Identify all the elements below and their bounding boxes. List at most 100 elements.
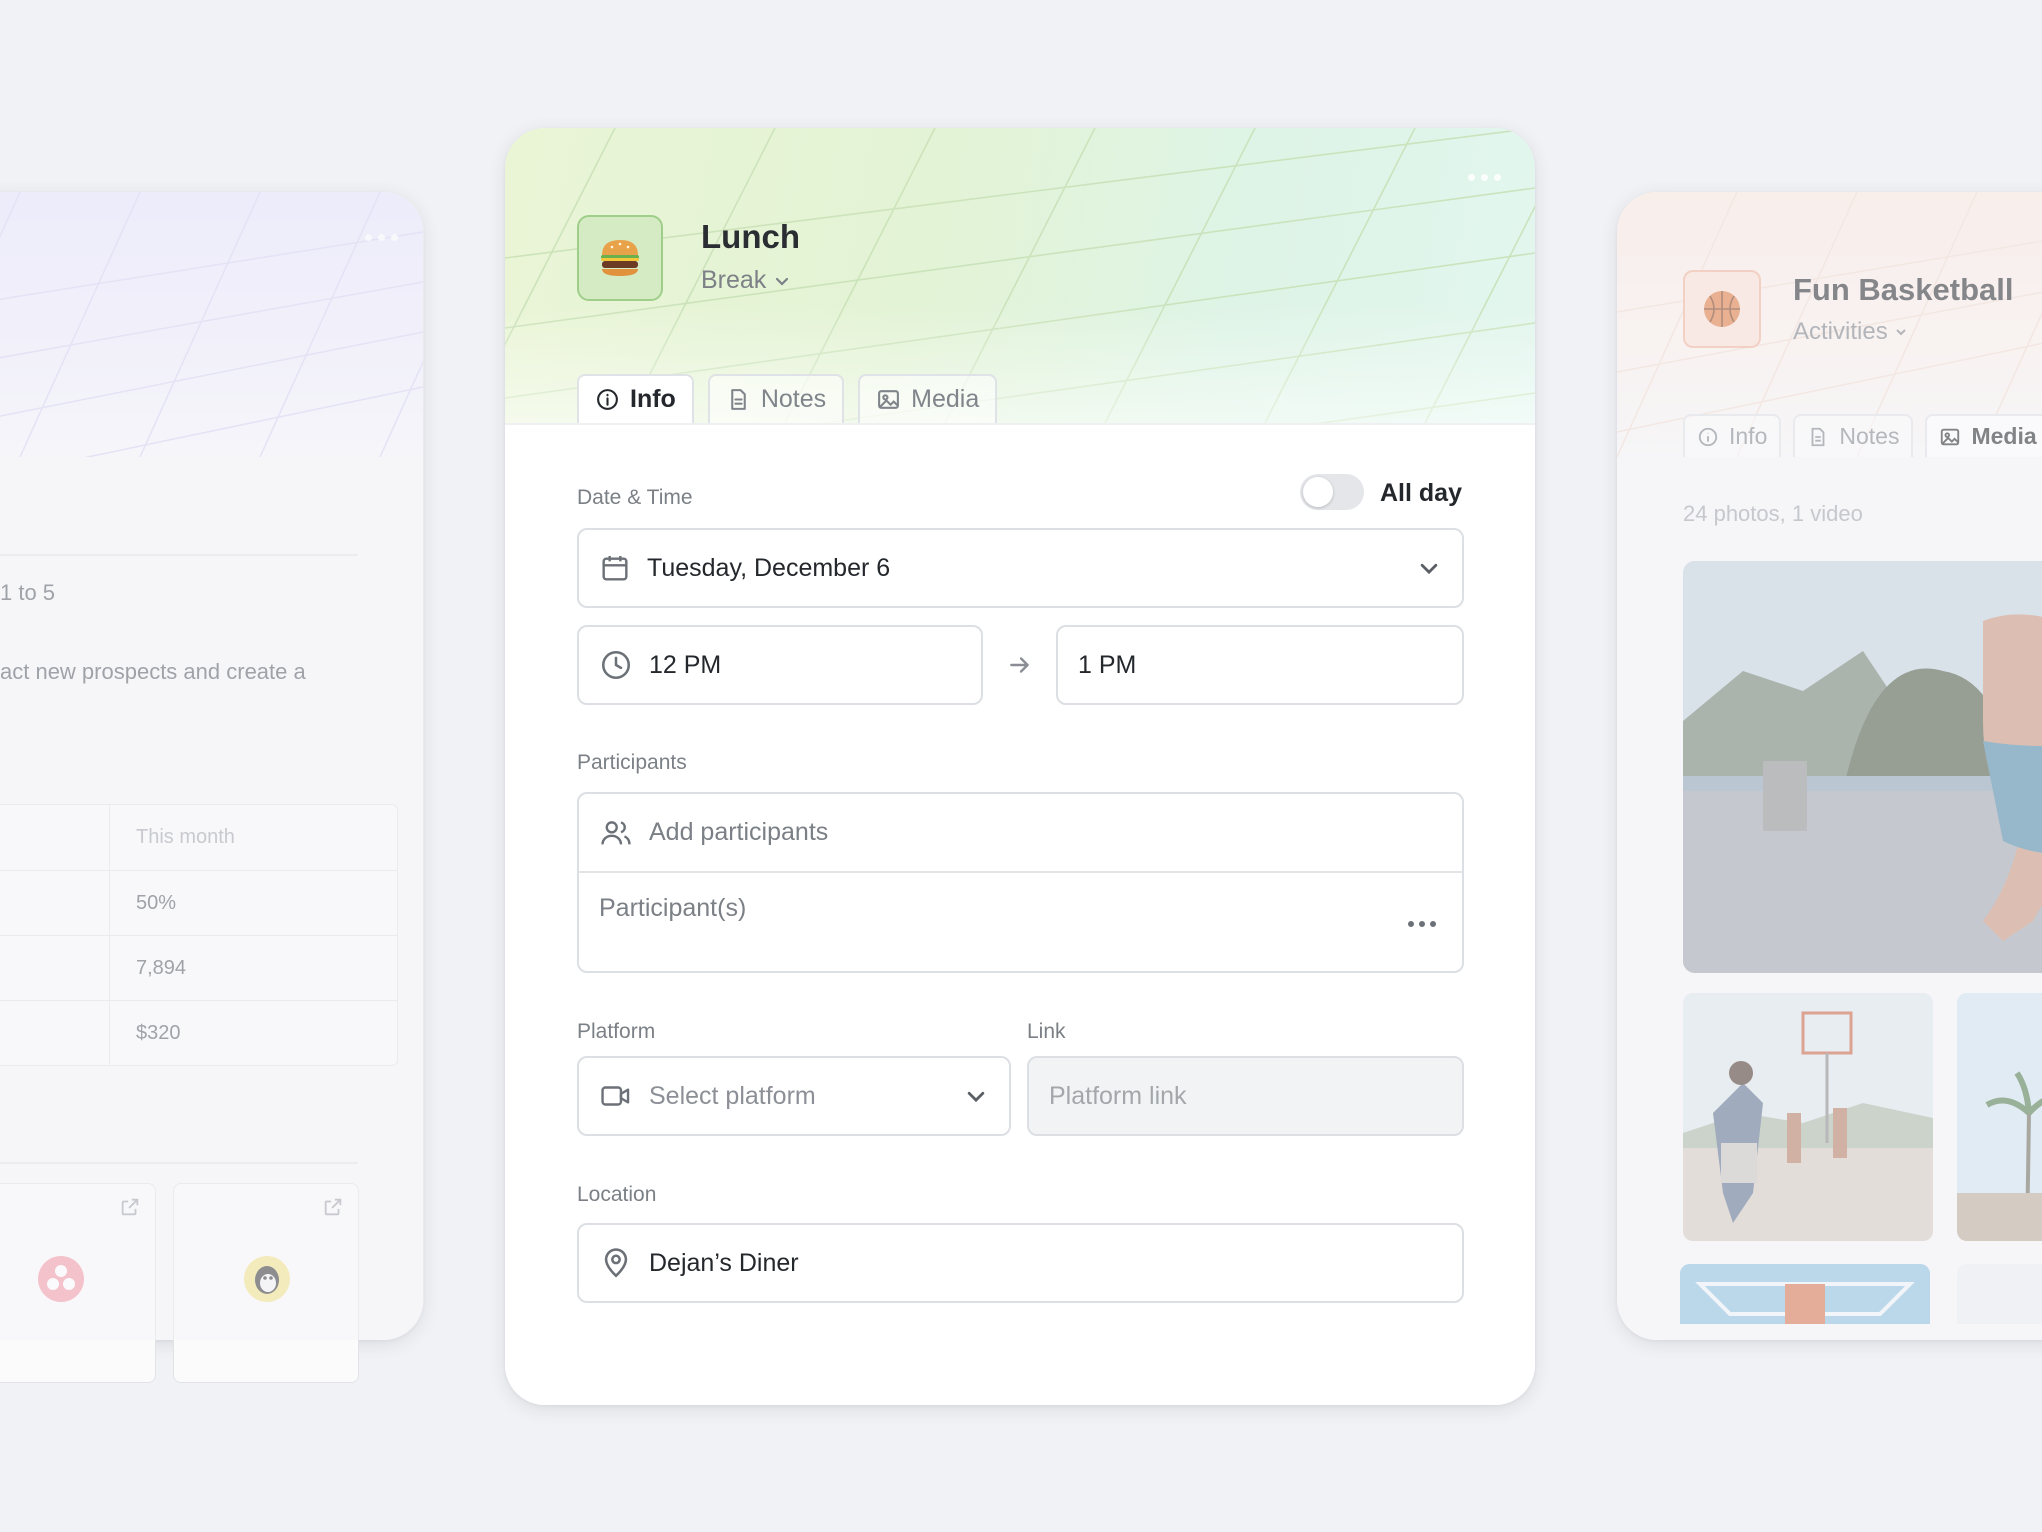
table-row: $320 xyxy=(0,1000,397,1065)
left-description-text: act new prospects and create a xyxy=(0,659,306,684)
table-header-this-month: This month xyxy=(136,826,235,848)
clock-icon xyxy=(599,648,633,682)
location-value: Dejan’s Diner xyxy=(649,1248,799,1277)
media-photo-thumb-3[interactable] xyxy=(1680,1264,1930,1324)
right-tab-media[interactable]: Media xyxy=(1925,414,2042,457)
tab-media[interactable]: Media xyxy=(858,374,998,423)
event-category-dropdown[interactable]: Break xyxy=(701,266,790,295)
toggle-knob xyxy=(1303,477,1333,507)
right-card-body: 24 photos, 1 video xyxy=(1617,457,2042,1340)
document-icon xyxy=(731,389,746,410)
event-title: Lunch xyxy=(701,218,800,255)
users-icon xyxy=(599,816,633,850)
start-time-field[interactable]: 12 PM xyxy=(577,625,983,705)
platform-placeholder: Select platform xyxy=(649,1081,816,1110)
end-time-value: 1 PM xyxy=(1078,650,1137,679)
chevron-down-icon xyxy=(1895,329,1906,336)
right-tab-info[interactable]: Info xyxy=(1683,414,1782,457)
right-card-category-label: Activities xyxy=(1793,318,1888,345)
right-card-category[interactable]: Activities xyxy=(1793,318,1908,346)
left-divider xyxy=(0,554,358,556)
add-participants-placeholder: Add participants xyxy=(649,818,829,846)
platform-label: Platform xyxy=(577,1020,656,1043)
participants-list-placeholder: Participant(s) xyxy=(599,894,747,922)
table-row: 7,894 xyxy=(0,935,397,1000)
location-label: Location xyxy=(577,1183,657,1206)
event-tabs: Info Notes Media xyxy=(577,374,998,423)
right-tabs: Info Notes Media xyxy=(1683,414,2042,457)
map-pin-icon xyxy=(599,1246,633,1280)
right-tab-info-label: Info xyxy=(1729,423,1768,449)
app-tile-mailchimp[interactable] xyxy=(173,1183,359,1383)
photo-basketball-player xyxy=(1683,561,2042,973)
table-row: 50% xyxy=(0,870,397,935)
location-field[interactable]: Dejan’s Diner xyxy=(577,1223,1464,1303)
right-tab-media-label: Media xyxy=(1971,423,2037,449)
tab-media-label: Media xyxy=(911,385,980,413)
chevron-down-icon xyxy=(965,1085,987,1107)
participants-box: Add participants Participant(s) xyxy=(577,792,1464,973)
end-time-field[interactable]: 1 PM xyxy=(1056,625,1464,705)
platform-link-placeholder: Platform link xyxy=(1049,1081,1187,1110)
photo-hoop-closeup xyxy=(1680,1264,1930,1324)
all-day-label: All day xyxy=(1380,479,1462,507)
right-card-header: Fun Basketball Activities Info Notes Med… xyxy=(1617,192,2042,457)
video-camera-icon xyxy=(599,1079,633,1113)
info-icon xyxy=(1698,427,1718,446)
left-divider-2 xyxy=(0,1162,358,1164)
participants-label: Participants xyxy=(577,751,687,774)
left-stats-table: This month 50% 7,894 $320 xyxy=(0,804,398,1066)
basketball-icon-tile xyxy=(1683,270,1761,348)
table-cell: 7,894 xyxy=(136,956,187,979)
mailchimp-logo-icon xyxy=(244,1256,290,1302)
photo-palm-trees xyxy=(1957,993,2042,1241)
table-cell: $320 xyxy=(136,1021,181,1044)
tab-info-label: Info xyxy=(630,385,676,413)
media-photo-thumb-4[interactable] xyxy=(1957,1264,2042,1324)
asana-logo-icon xyxy=(38,1256,84,1302)
right-card-title: Fun Basketball xyxy=(1793,272,2014,307)
media-photo-thumb-2[interactable] xyxy=(1957,993,2042,1241)
all-day-toggle[interactable] xyxy=(1300,474,1364,510)
media-photo-thumb-1[interactable] xyxy=(1683,993,1933,1241)
photo-basketball-court xyxy=(1683,993,1933,1241)
right-tab-notes[interactable]: Notes xyxy=(1793,414,1914,457)
date-value: Tuesday, December 6 xyxy=(647,553,891,582)
chevron-down-icon xyxy=(1418,557,1440,579)
image-icon xyxy=(1941,428,1960,445)
table-row: This month xyxy=(0,805,397,870)
add-participants-input[interactable]: Add participants xyxy=(579,794,1462,873)
link-label: Link xyxy=(1027,1020,1066,1043)
start-time-value: 12 PM xyxy=(649,650,722,679)
left-header-pattern xyxy=(0,192,423,457)
event-detail-card: Lunch Break Info Notes Media Date & Time… xyxy=(505,128,1535,1405)
tab-notes-label: Notes xyxy=(760,385,827,413)
platform-select[interactable]: Select platform xyxy=(577,1056,1011,1136)
media-photo-main[interactable] xyxy=(1683,561,2042,973)
right-event-card: Fun Basketball Activities Info Notes Med… xyxy=(1617,192,2042,1340)
external-link-icon xyxy=(121,1198,139,1216)
left-more-menu[interactable] xyxy=(365,234,398,241)
left-card-header xyxy=(0,192,423,457)
chevron-down-icon xyxy=(776,277,789,286)
document-icon xyxy=(1811,427,1825,446)
left-range-text: 1 to 5 xyxy=(0,580,56,605)
date-time-label: Date & Time xyxy=(577,486,693,509)
calendar-icon xyxy=(599,552,631,584)
image-icon xyxy=(878,390,900,409)
tab-info[interactable]: Info xyxy=(577,374,694,423)
event-emoji-tile xyxy=(577,215,663,301)
event-category-label: Break xyxy=(701,266,767,294)
event-card-header: Lunch Break Info Notes Media xyxy=(505,128,1535,423)
platform-link-field[interactable]: Platform link xyxy=(1027,1056,1464,1136)
basketball-icon xyxy=(1704,291,1740,327)
external-link-icon xyxy=(324,1198,342,1216)
date-select[interactable]: Tuesday, December 6 xyxy=(577,528,1464,608)
participants-more-icon[interactable] xyxy=(1408,921,1436,927)
tab-notes[interactable]: Notes xyxy=(707,374,845,423)
burger-icon xyxy=(601,240,639,276)
app-tile-asana[interactable] xyxy=(0,1183,156,1383)
table-cell: 50% xyxy=(136,891,177,914)
more-menu-button[interactable] xyxy=(1468,174,1501,181)
left-event-card xyxy=(0,192,423,1340)
